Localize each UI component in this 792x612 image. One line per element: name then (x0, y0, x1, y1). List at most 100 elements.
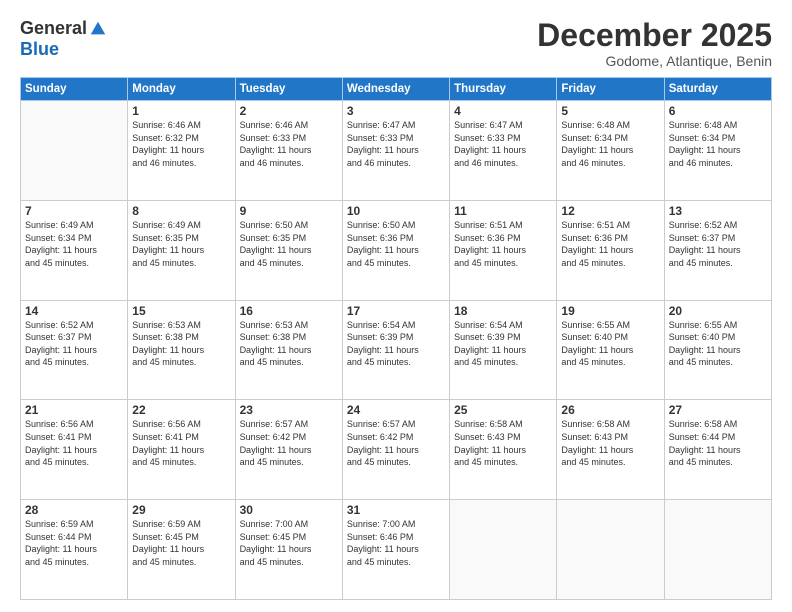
day-cell: 27Sunrise: 6:58 AMSunset: 6:44 PMDayligh… (664, 400, 771, 500)
day-cell: 6Sunrise: 6:48 AMSunset: 6:34 PMDaylight… (664, 101, 771, 201)
day-info-line: Daylight: 11 hours (25, 244, 123, 257)
day-cell: 16Sunrise: 6:53 AMSunset: 6:38 PMDayligh… (235, 300, 342, 400)
day-cell: 13Sunrise: 6:52 AMSunset: 6:37 PMDayligh… (664, 200, 771, 300)
day-info-line: Sunrise: 6:48 AM (561, 119, 659, 132)
header: General Blue December 2025 Godome, Atlan… (20, 18, 772, 69)
day-info-line: Sunset: 6:45 PM (132, 531, 230, 544)
day-cell: 19Sunrise: 6:55 AMSunset: 6:40 PMDayligh… (557, 300, 664, 400)
day-info-line: and 46 minutes. (347, 157, 445, 170)
day-info-line: Daylight: 11 hours (25, 444, 123, 457)
day-info-line: Daylight: 11 hours (132, 444, 230, 457)
day-info-line: Sunset: 6:36 PM (561, 232, 659, 245)
day-info-line: Sunset: 6:34 PM (25, 232, 123, 245)
day-cell: 25Sunrise: 6:58 AMSunset: 6:43 PMDayligh… (450, 400, 557, 500)
day-info-line: Daylight: 11 hours (454, 344, 552, 357)
week-row-5: 28Sunrise: 6:59 AMSunset: 6:44 PMDayligh… (21, 500, 772, 600)
day-number: 26 (561, 403, 659, 417)
day-info-line: Sunrise: 6:46 AM (132, 119, 230, 132)
day-info-line: Daylight: 11 hours (669, 344, 767, 357)
day-number: 6 (669, 104, 767, 118)
day-info-line: Daylight: 11 hours (347, 444, 445, 457)
day-cell: 8Sunrise: 6:49 AMSunset: 6:35 PMDaylight… (128, 200, 235, 300)
day-info-line: and 45 minutes. (132, 356, 230, 369)
day-number: 2 (240, 104, 338, 118)
day-info-line: Sunrise: 6:53 AM (132, 319, 230, 332)
day-info-line: Sunset: 6:44 PM (25, 531, 123, 544)
day-number: 16 (240, 304, 338, 318)
day-number: 17 (347, 304, 445, 318)
day-info-line: and 45 minutes. (240, 257, 338, 270)
day-info-line: and 46 minutes. (240, 157, 338, 170)
day-cell: 5Sunrise: 6:48 AMSunset: 6:34 PMDaylight… (557, 101, 664, 201)
day-number: 13 (669, 204, 767, 218)
day-number: 1 (132, 104, 230, 118)
day-cell: 4Sunrise: 6:47 AMSunset: 6:33 PMDaylight… (450, 101, 557, 201)
day-number: 5 (561, 104, 659, 118)
day-number: 25 (454, 403, 552, 417)
day-cell: 15Sunrise: 6:53 AMSunset: 6:38 PMDayligh… (128, 300, 235, 400)
day-info-line: Daylight: 11 hours (454, 144, 552, 157)
day-info-line: and 45 minutes. (347, 556, 445, 569)
day-info-line: Daylight: 11 hours (132, 543, 230, 556)
day-cell: 24Sunrise: 6:57 AMSunset: 6:42 PMDayligh… (342, 400, 449, 500)
day-info-line: Sunset: 6:42 PM (240, 431, 338, 444)
day-cell: 17Sunrise: 6:54 AMSunset: 6:39 PMDayligh… (342, 300, 449, 400)
day-info-line: Sunset: 6:43 PM (561, 431, 659, 444)
day-info-line: Sunrise: 6:47 AM (347, 119, 445, 132)
day-info-line: Sunset: 6:38 PM (132, 331, 230, 344)
day-info-line: Daylight: 11 hours (561, 144, 659, 157)
day-info-line: Sunrise: 6:52 AM (25, 319, 123, 332)
day-info-line: Sunset: 6:36 PM (347, 232, 445, 245)
day-info-line: and 45 minutes. (347, 356, 445, 369)
day-cell: 2Sunrise: 6:46 AMSunset: 6:33 PMDaylight… (235, 101, 342, 201)
day-info-line: Sunset: 6:37 PM (25, 331, 123, 344)
day-info-line: Daylight: 11 hours (561, 244, 659, 257)
day-info-line: Daylight: 11 hours (454, 444, 552, 457)
day-cell: 18Sunrise: 6:54 AMSunset: 6:39 PMDayligh… (450, 300, 557, 400)
calendar-header-row: SundayMondayTuesdayWednesdayThursdayFrid… (21, 78, 772, 101)
day-number: 20 (669, 304, 767, 318)
day-info-line: Sunset: 6:46 PM (347, 531, 445, 544)
day-info-line: and 46 minutes. (132, 157, 230, 170)
day-cell: 31Sunrise: 7:00 AMSunset: 6:46 PMDayligh… (342, 500, 449, 600)
day-info-line: Sunrise: 6:49 AM (25, 219, 123, 232)
day-info-line: Sunset: 6:32 PM (132, 132, 230, 145)
day-info-line: and 45 minutes. (669, 257, 767, 270)
day-cell: 12Sunrise: 6:51 AMSunset: 6:36 PMDayligh… (557, 200, 664, 300)
day-info-line: Sunrise: 6:46 AM (240, 119, 338, 132)
day-info-line: Daylight: 11 hours (669, 444, 767, 457)
day-cell: 28Sunrise: 6:59 AMSunset: 6:44 PMDayligh… (21, 500, 128, 600)
day-info-line: Daylight: 11 hours (347, 543, 445, 556)
day-info-line: and 45 minutes. (561, 456, 659, 469)
day-info-line: Sunset: 6:35 PM (240, 232, 338, 245)
day-info-line: and 45 minutes. (132, 556, 230, 569)
day-info-line: Sunrise: 6:51 AM (454, 219, 552, 232)
day-info-line: Sunrise: 6:49 AM (132, 219, 230, 232)
day-info-line: Sunrise: 6:57 AM (347, 418, 445, 431)
day-info-line: Sunset: 6:41 PM (132, 431, 230, 444)
day-number: 19 (561, 304, 659, 318)
header-thursday: Thursday (450, 78, 557, 101)
day-cell (21, 101, 128, 201)
day-info-line: Sunrise: 7:00 AM (347, 518, 445, 531)
day-info-line: and 45 minutes. (347, 456, 445, 469)
day-info-line: and 45 minutes. (25, 456, 123, 469)
week-row-1: 1Sunrise: 6:46 AMSunset: 6:32 PMDaylight… (21, 101, 772, 201)
day-cell (450, 500, 557, 600)
day-info-line: Daylight: 11 hours (240, 344, 338, 357)
day-info-line: and 45 minutes. (240, 556, 338, 569)
logo-general-text: General (20, 18, 87, 39)
day-info-line: Sunset: 6:34 PM (561, 132, 659, 145)
day-info-line: Sunrise: 6:58 AM (669, 418, 767, 431)
month-title: December 2025 (537, 18, 772, 53)
day-info-line: Sunset: 6:39 PM (347, 331, 445, 344)
day-info-line: Daylight: 11 hours (240, 444, 338, 457)
day-info-line: and 46 minutes. (561, 157, 659, 170)
header-saturday: Saturday (664, 78, 771, 101)
day-info-line: and 46 minutes. (669, 157, 767, 170)
day-cell: 30Sunrise: 7:00 AMSunset: 6:45 PMDayligh… (235, 500, 342, 600)
day-info-line: Sunrise: 6:55 AM (669, 319, 767, 332)
day-info-line: and 45 minutes. (347, 257, 445, 270)
day-info-line: Daylight: 11 hours (454, 244, 552, 257)
day-info-line: and 45 minutes. (132, 257, 230, 270)
